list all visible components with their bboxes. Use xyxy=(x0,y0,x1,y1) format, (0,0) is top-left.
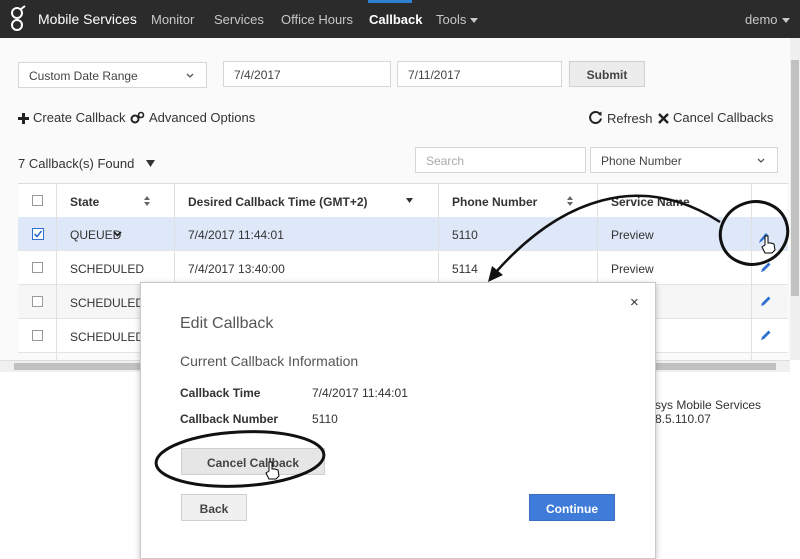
modal-title: Edit Callback xyxy=(180,315,274,332)
cancel-callbacks-label: Cancel Callbacks xyxy=(673,110,774,125)
search-field-select[interactable]: Phone Number xyxy=(590,147,778,173)
brand-name: Mobile Services xyxy=(38,11,137,27)
table-row[interactable]: SCHEDULED 7/4/2017 13:40:00 5114 Preview xyxy=(18,251,788,285)
chevron-down-icon xyxy=(470,18,479,24)
callback-time-label: Callback Time xyxy=(180,386,261,400)
submit-button[interactable]: Submit xyxy=(569,61,645,87)
cell-state: SCHEDULED xyxy=(70,296,145,310)
callback-number-value: 5110 xyxy=(312,412,338,426)
header-phone-number[interactable]: Phone Number xyxy=(452,195,537,209)
vertical-scroll-thumb[interactable] xyxy=(791,60,799,296)
search-field-value: Phone Number xyxy=(601,154,682,168)
header-callback-time[interactable]: Desired Callback Time (GMT+2) xyxy=(188,195,368,209)
header-service-name[interactable]: Service Name xyxy=(611,195,690,209)
cancel-callback-button[interactable]: Cancel Callback xyxy=(181,448,325,475)
create-callback-label: Create Callback xyxy=(33,110,126,125)
cell-phone-number: 5114 xyxy=(452,262,478,276)
callback-time-value: 7/4/2017 11:44:01 xyxy=(312,386,408,400)
nav-office-hours[interactable]: Office Hours xyxy=(281,12,353,27)
cell-callback-time: 7/4/2017 11:44:01 xyxy=(188,228,284,242)
active-tab-indicator xyxy=(368,0,412,3)
table-row[interactable]: QUEUED 7/4/2017 11:44:01 5110 Preview xyxy=(18,217,788,251)
modal-subtitle: Current Callback Information xyxy=(180,353,359,369)
genesys-logo-icon xyxy=(11,5,26,31)
back-button[interactable]: Back xyxy=(181,494,247,521)
end-date-input[interactable]: 7/11/2017 xyxy=(397,61,562,87)
select-all-checkbox[interactable] xyxy=(32,195,43,206)
sort-desc-icon[interactable] xyxy=(406,198,413,203)
continue-button[interactable]: Continue xyxy=(529,494,615,521)
edit-pencil-icon[interactable] xyxy=(760,295,772,307)
cancel-callbacks-button[interactable]: Cancel Callbacks xyxy=(658,110,773,125)
gears-icon xyxy=(130,111,145,124)
date-range-select[interactable]: Custom Date Range xyxy=(18,62,207,88)
cell-callback-time: 7/4/2017 13:40:00 xyxy=(188,262,285,276)
date-range-value: Custom Date Range xyxy=(29,69,138,83)
start-date-input[interactable]: 7/4/2017 xyxy=(223,61,391,87)
caret-down-icon xyxy=(145,160,155,167)
column-divider xyxy=(751,183,752,360)
cell-state: SCHEDULED xyxy=(70,262,145,276)
cell-service-name: Preview xyxy=(611,262,654,276)
advanced-options-button[interactable]: Advanced Options xyxy=(130,110,255,125)
row-checkbox[interactable] xyxy=(32,296,43,307)
nav-callback[interactable]: Callback xyxy=(369,12,422,27)
refresh-label: Refresh xyxy=(607,111,653,126)
plus-icon xyxy=(18,113,29,124)
nav-tools-label: Tools xyxy=(436,12,467,27)
refresh-button[interactable]: Refresh xyxy=(588,110,653,126)
user-name: demo xyxy=(745,12,778,27)
modal-close-icon[interactable]: × xyxy=(630,294,639,311)
callback-number-label: Callback Number xyxy=(180,412,279,426)
create-callback-button[interactable]: Create Callback xyxy=(18,110,126,125)
sort-icon[interactable] xyxy=(567,196,573,206)
refresh-icon xyxy=(589,111,602,124)
chevron-down-icon xyxy=(781,18,790,24)
sort-icon[interactable] xyxy=(144,196,150,206)
callbacks-found-count[interactable]: 7 Callback(s) Found xyxy=(18,156,155,171)
chevron-down-icon xyxy=(757,158,765,163)
user-menu[interactable]: demo xyxy=(745,12,790,27)
checkbox-checked-icon[interactable] xyxy=(32,228,44,240)
chevron-down-icon[interactable] xyxy=(113,231,122,237)
cell-service-name: Preview xyxy=(611,228,654,242)
cell-state: SCHEDULED xyxy=(70,330,145,344)
cell-phone-number: 5110 xyxy=(452,228,478,242)
column-divider xyxy=(56,183,57,360)
nav-tools[interactable]: Tools xyxy=(436,12,479,27)
chevron-down-icon xyxy=(186,73,194,78)
edit-pencil-icon[interactable] xyxy=(760,261,772,273)
version-footer: sys Mobile Services 8.5.110.07 xyxy=(655,398,762,426)
nav-services[interactable]: Services xyxy=(214,12,264,27)
search-input[interactable]: Search xyxy=(415,147,586,173)
top-navbar: Mobile Services Monitor Services Office … xyxy=(0,0,800,38)
close-icon xyxy=(658,113,669,124)
advanced-options-label: Advanced Options xyxy=(149,110,256,125)
callbacks-found-label: 7 Callback(s) Found xyxy=(18,156,135,171)
edit-pencil-icon[interactable] xyxy=(760,329,772,341)
header-state[interactable]: State xyxy=(70,195,99,209)
table-header: State Desired Callback Time (GMT+2) Phon… xyxy=(18,183,788,218)
nav-monitor[interactable]: Monitor xyxy=(151,12,194,27)
row-checkbox[interactable] xyxy=(32,262,43,273)
row-checkbox[interactable] xyxy=(32,330,43,341)
